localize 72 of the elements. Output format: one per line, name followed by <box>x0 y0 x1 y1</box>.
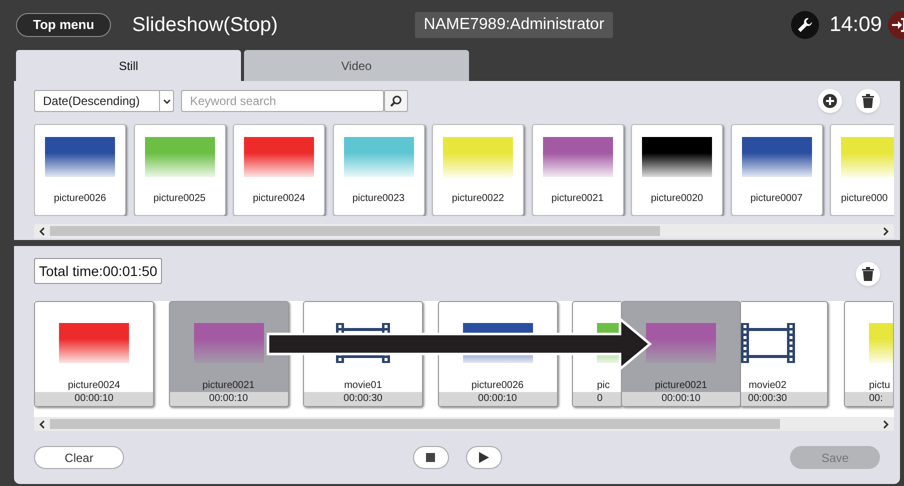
item-name: picture0021 <box>654 380 708 392</box>
plus-icon <box>823 94 837 108</box>
library-card[interactable]: picture0020 <box>631 124 723 216</box>
item-name: picture0007 <box>750 192 803 206</box>
total-time: Total time:00:01:50 <box>34 258 162 284</box>
search-field[interactable]: Keyword search <box>181 90 384 112</box>
play-icon <box>478 452 488 463</box>
library-card[interactable]: picture0023 <box>332 124 424 216</box>
playlist-card[interactable]: picture0024 00:00:10 <box>34 301 154 407</box>
item-name: picture0026 <box>471 380 524 392</box>
item-name: picture0022 <box>452 192 504 206</box>
tab[interactable]: Still <box>16 50 241 81</box>
trash-icon <box>862 267 874 281</box>
wrench-icon <box>797 17 814 33</box>
item-name: picture0024 <box>68 380 120 392</box>
duration: 00:00:10 <box>478 392 517 406</box>
trash-icon <box>862 94 874 108</box>
item-name: picture0021 <box>551 192 604 206</box>
top-menu-button[interactable]: Top menu <box>16 13 112 37</box>
dragged-card[interactable]: picture0021 00:00:10 <box>621 301 741 407</box>
page-title: Slideshow(Stop) <box>132 13 278 38</box>
library-card[interactable]: picture0025 <box>134 124 226 216</box>
playlist-card[interactable]: movie02 00:00:30 <box>741 301 828 407</box>
search-icon <box>390 95 402 107</box>
item-name: pictu <box>869 380 890 392</box>
search-button[interactable] <box>384 90 408 112</box>
delete-button[interactable] <box>856 262 880 286</box>
item-name: picture0024 <box>252 192 306 206</box>
sort-dropdown[interactable]: Date(Descending) <box>34 90 174 112</box>
scrollbar-thumb[interactable] <box>50 226 660 236</box>
playlist-card[interactable]: picture0021 00:00:10 <box>168 301 288 407</box>
stop-icon <box>426 453 435 462</box>
play-button[interactable] <box>466 446 502 469</box>
clear-button[interactable]: Clear <box>34 446 124 469</box>
clock: 14:09 <box>829 12 882 38</box>
item-name: picture0021 <box>202 380 255 392</box>
stop-button[interactable] <box>412 446 448 469</box>
library-card[interactable]: picture0021 <box>532 124 624 216</box>
delete-button[interactable] <box>856 89 880 113</box>
scroll-right-icon[interactable] <box>883 420 889 428</box>
playlist-card[interactable]: pictu 00: <box>844 301 893 407</box>
duration: 00:00:10 <box>74 392 114 406</box>
duration: 00:00:30 <box>344 392 382 406</box>
scroll-left-icon[interactable] <box>39 420 45 428</box>
item-name: picture0025 <box>153 192 206 206</box>
film-icon <box>741 323 794 363</box>
user-label: NAME7989:Administrator <box>414 12 614 38</box>
library-card[interactable]: picture0022 <box>432 124 524 216</box>
scrollbar-thumb[interactable] <box>50 419 780 429</box>
item-name: picture0023 <box>352 192 405 206</box>
scroll-left-icon[interactable] <box>39 226 45 236</box>
caret-icon <box>162 98 170 104</box>
add-button[interactable] <box>818 89 842 113</box>
exit-icon <box>892 18 904 32</box>
item-name: picture0026 <box>54 192 106 206</box>
item-name: movie01 <box>344 380 382 392</box>
duration: 0 <box>597 392 603 406</box>
library-card[interactable]: picture0024 <box>233 124 325 216</box>
item-name: pic <box>597 380 610 392</box>
duration: 00: <box>869 392 883 406</box>
item-name: picture000 <box>841 192 888 206</box>
item-name: picture0020 <box>650 192 704 206</box>
item-name: movie02 <box>748 380 786 392</box>
library-card[interactable]: picture0026 <box>34 124 126 216</box>
duration: 00:00:30 <box>748 392 787 406</box>
library-card[interactable]: picture0007 <box>730 124 822 216</box>
scroll-right-icon[interactable] <box>883 226 889 236</box>
duration: 00:00:10 <box>209 392 248 406</box>
tab[interactable]: Video <box>244 50 469 81</box>
library-card[interactable]: picture000 <box>830 124 894 216</box>
settings-button[interactable] <box>791 11 820 39</box>
duration: 00:00:10 <box>662 392 700 406</box>
